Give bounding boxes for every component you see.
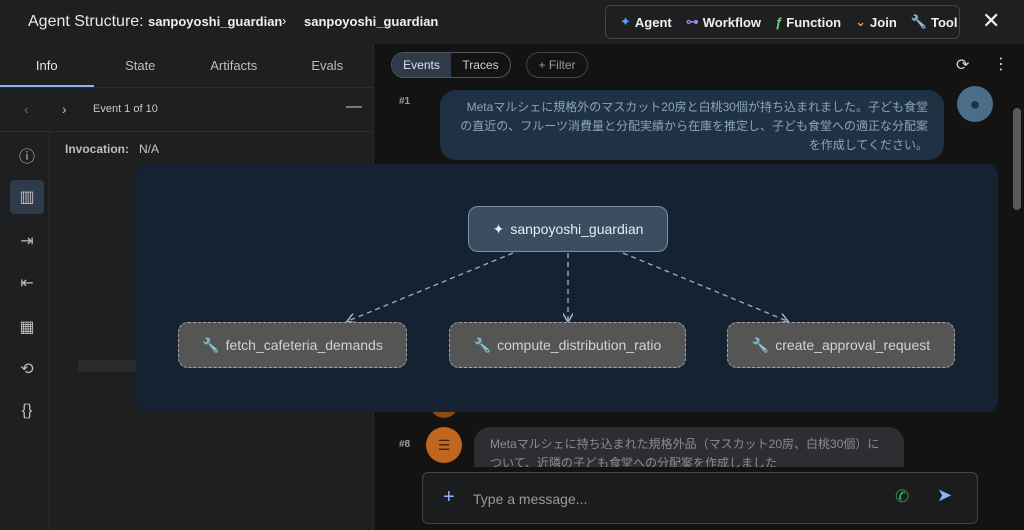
graph-edges <box>136 252 998 412</box>
graph-node-tool[interactable]: 🔧 create_approval_request <box>727 322 955 368</box>
wrench-icon: 🔧 <box>473 336 492 353</box>
agent-graph-dialog: ✦ sanpoyoshi_guardian 🔧 fetch_cafeteria_de… <box>136 164 998 412</box>
edge-root-to-tool-3 <box>622 252 787 321</box>
graph-node-tool[interactable]: 🔧 compute_distribution_ratio <box>449 322 686 368</box>
wrench-icon: 🔧 <box>202 336 220 353</box>
wrench-icon: 🔧 <box>751 336 770 353</box>
sparkle-icon: ✦ <box>492 220 505 237</box>
graph-node-tool[interactable]: 🔧 fetch_cafeteria_demands <box>178 322 407 368</box>
graph-node-agent[interactable]: ✦ sanpoyoshi_guardian <box>468 206 668 252</box>
edge-root-to-tool-1 <box>348 252 514 321</box>
app-root: Agent Structure: sanpoyoshi_guardian › s… <box>0 0 1024 530</box>
